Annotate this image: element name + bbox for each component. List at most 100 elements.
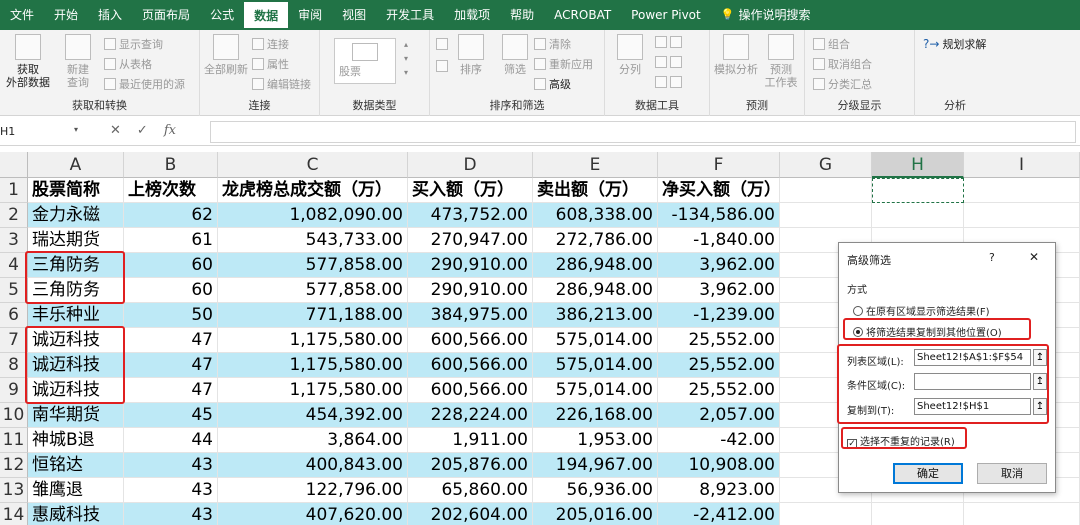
cell-B10[interactable]: 45	[124, 403, 218, 428]
tab-12[interactable]: Power Pivot	[621, 0, 711, 30]
tab-5[interactable]: 数据	[244, 2, 289, 30]
tab-10[interactable]: 帮助	[500, 0, 544, 30]
sort-asc-button[interactable]	[436, 38, 448, 50]
name-box-dropdown-icon[interactable]: ▾	[74, 125, 78, 134]
insert-function-icon[interactable]: fx	[164, 123, 176, 138]
cell-B6[interactable]: 50	[124, 303, 218, 328]
cell-C13[interactable]: 122,796.00	[218, 478, 408, 503]
tab-9[interactable]: 加载项	[444, 0, 500, 30]
cell-H2[interactable]	[872, 203, 964, 228]
cell-F12[interactable]: 10,908.00	[658, 453, 780, 478]
cell-E5[interactable]: 286,948.00	[533, 278, 658, 303]
column-header-H[interactable]: H	[872, 152, 964, 178]
tab-8[interactable]: 开发工具	[376, 0, 444, 30]
cell-E2[interactable]: 608,338.00	[533, 203, 658, 228]
row-header-3[interactable]: 3	[0, 228, 28, 253]
cell-F3[interactable]: -1,840.00	[658, 228, 780, 253]
tell-me-search[interactable]: 💡 操作说明搜索	[711, 0, 821, 30]
cell-C12[interactable]: 400,843.00	[218, 453, 408, 478]
column-header-D[interactable]: D	[408, 152, 533, 178]
advanced-filter-button[interactable]: 高级	[534, 76, 571, 92]
cell-E6[interactable]: 386,213.00	[533, 303, 658, 328]
selected-cell-h1[interactable]	[872, 178, 964, 203]
cell-A3[interactable]: 瑞达期货	[28, 228, 124, 253]
cell-C11[interactable]: 3,864.00	[218, 428, 408, 453]
data-validation-button[interactable]	[655, 76, 682, 88]
option-inplace-radio[interactable]: 在原有区域显示筛选结果(F)	[853, 303, 990, 318]
gallery-scroll[interactable]: ▴ ▾ ▾	[400, 38, 412, 84]
cell-B1[interactable]: 上榜次数	[124, 178, 218, 203]
tab-3[interactable]: 页面布局	[132, 0, 200, 30]
reapply-button[interactable]: 重新应用	[534, 56, 593, 72]
column-header-B[interactable]: B	[124, 152, 218, 178]
cell-B2[interactable]: 62	[124, 203, 218, 228]
cell-D9[interactable]: 600,566.00	[408, 378, 533, 403]
cell-F1[interactable]: 净买入额（万）	[658, 178, 780, 203]
cell-E10[interactable]: 226,168.00	[533, 403, 658, 428]
cell-E14[interactable]: 205,016.00	[533, 503, 658, 525]
cell-D6[interactable]: 384,975.00	[408, 303, 533, 328]
cell-B13[interactable]: 43	[124, 478, 218, 503]
column-header-G[interactable]: G	[780, 152, 872, 178]
properties-button[interactable]: 属性	[252, 56, 289, 72]
cell-B5[interactable]: 60	[124, 278, 218, 303]
cell-B11[interactable]: 44	[124, 428, 218, 453]
text-to-columns-button[interactable]: 分列	[613, 34, 647, 76]
cell-E4[interactable]: 286,948.00	[533, 253, 658, 278]
cell-H14[interactable]	[872, 503, 964, 525]
cell-A12[interactable]: 恒铭达	[28, 453, 124, 478]
cell-B7[interactable]: 47	[124, 328, 218, 353]
forecast-sheet-button[interactable]: 预测 工作表	[762, 34, 800, 89]
column-header-E[interactable]: E	[533, 152, 658, 178]
cell-F11[interactable]: -42.00	[658, 428, 780, 453]
column-header-C[interactable]: C	[218, 152, 408, 178]
cell-C3[interactable]: 543,733.00	[218, 228, 408, 253]
cell-D14[interactable]: 202,604.00	[408, 503, 533, 525]
cell-C7[interactable]: 1,175,580.00	[218, 328, 408, 353]
cell-C9[interactable]: 1,175,580.00	[218, 378, 408, 403]
tab-4[interactable]: 公式	[200, 0, 244, 30]
row-header-11[interactable]: 11	[0, 428, 28, 453]
cell-D4[interactable]: 290,910.00	[408, 253, 533, 278]
cell-D10[interactable]: 228,224.00	[408, 403, 533, 428]
cell-C6[interactable]: 771,188.00	[218, 303, 408, 328]
cell-F10[interactable]: 2,057.00	[658, 403, 780, 428]
cell-C8[interactable]: 1,175,580.00	[218, 353, 408, 378]
row-header-5[interactable]: 5	[0, 278, 28, 303]
help-icon[interactable]: ?	[989, 251, 995, 264]
cell-A14[interactable]: 惠威科技	[28, 503, 124, 525]
cell-F6[interactable]: -1,239.00	[658, 303, 780, 328]
tab-0[interactable]: 文件	[0, 0, 44, 30]
tab-1[interactable]: 开始	[44, 0, 88, 30]
cell-C5[interactable]: 577,858.00	[218, 278, 408, 303]
cell-F2[interactable]: -134,586.00	[658, 203, 780, 228]
cell-E7[interactable]: 575,014.00	[533, 328, 658, 353]
cell-B8[interactable]: 47	[124, 353, 218, 378]
column-header-F[interactable]: F	[658, 152, 780, 178]
solver-button[interactable]: ?→ 规划求解	[923, 36, 986, 52]
row-header-13[interactable]: 13	[0, 478, 28, 503]
remove-duplicates-button[interactable]	[655, 56, 682, 68]
cell-G14[interactable]	[780, 503, 872, 525]
cell-I1[interactable]	[964, 178, 1080, 203]
cell-E8[interactable]: 575,014.00	[533, 353, 658, 378]
cell-E3[interactable]: 272,786.00	[533, 228, 658, 253]
cell-B3[interactable]: 61	[124, 228, 218, 253]
cell-F5[interactable]: 3,962.00	[658, 278, 780, 303]
cell-C2[interactable]: 1,082,090.00	[218, 203, 408, 228]
cell-A2[interactable]: 金力永磁	[28, 203, 124, 228]
cell-F7[interactable]: 25,552.00	[658, 328, 780, 353]
cell-D5[interactable]: 290,910.00	[408, 278, 533, 303]
sort-desc-button[interactable]	[436, 60, 448, 72]
cell-D12[interactable]: 205,876.00	[408, 453, 533, 478]
cell-D8[interactable]: 600,566.00	[408, 353, 533, 378]
refresh-all-button[interactable]: 全部刷新	[204, 34, 248, 76]
tab-7[interactable]: 视图	[332, 0, 376, 30]
ok-button[interactable]: 确定	[893, 463, 963, 484]
cell-B4[interactable]: 60	[124, 253, 218, 278]
cell-D7[interactable]: 600,566.00	[408, 328, 533, 353]
cell-D13[interactable]: 65,860.00	[408, 478, 533, 503]
stocks-data-type-gallery[interactable]: 股票	[334, 38, 396, 84]
new-query-button[interactable]: 新建 查询	[58, 34, 98, 89]
cell-B9[interactable]: 47	[124, 378, 218, 403]
